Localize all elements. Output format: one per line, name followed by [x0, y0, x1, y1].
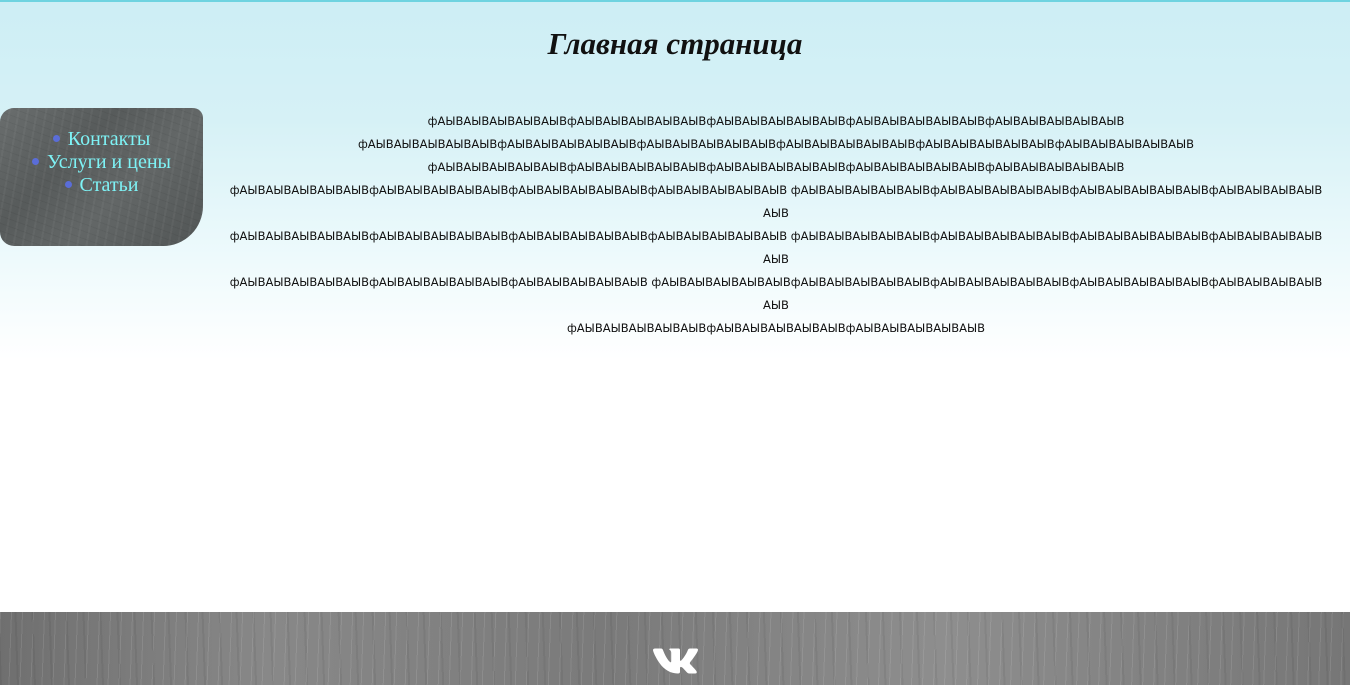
nav-list: Контакты Услуги и цены Статьи	[0, 128, 203, 197]
articles-link[interactable]: Статьи	[80, 174, 139, 196]
content-text-line: фАЫВАЫВАЫВАЫВАЫВфАЫВАЫВАЫВАЫВАЫВфАЫВАЫВА…	[357, 137, 1195, 151]
content-text-line: фАЫВАЫВАЫВАЫВАЫВфАЫВАЫВАЫВАЫВАЫВфАЫВАЫВА…	[566, 321, 986, 335]
vk-icon[interactable]	[652, 647, 700, 675]
services-prices-link[interactable]: Услуги и цены	[47, 151, 171, 173]
main-content: фАЫВАЫВАЫВАЫВАЫВфАЫВАЫВАЫВАЫВАЫВфАЫВАЫВА…	[228, 110, 1324, 340]
sidebar-item-contacts: Контакты	[0, 128, 203, 151]
sidebar-item-services: Услуги и цены	[0, 151, 203, 174]
footer	[0, 612, 1350, 685]
content-text-line: фАЫВАЫВАЫВАЫВАЫВфАЫВАЫВАЫВАЫВАЫВфАЫВАЫВА…	[229, 183, 1323, 220]
content-text-line: фАЫВАЫВАЫВАЫВАЫВфАЫВАЫВАЫВАЫВАЫВфАЫВАЫВА…	[427, 114, 1125, 128]
sidebar-item-articles: Статьи	[0, 174, 203, 197]
bullet-icon	[52, 134, 60, 142]
content-text-line: фАЫВАЫВАЫВАЫВАЫВфАЫВАЫВАЫВАЫВАЫВфАЫВАЫВА…	[427, 160, 1125, 174]
page-title: Главная страница	[547, 26, 803, 61]
content-text-line: фАЫВАЫВАЫВАЫВАЫВфАЫВАЫВАЫВАЫВАЫВфАЫВАЫВА…	[229, 229, 1323, 266]
bullet-icon	[64, 180, 72, 188]
sidebar-menu: Контакты Услуги и цены Статьи	[0, 108, 203, 246]
bullet-icon	[32, 157, 40, 165]
contacts-link[interactable]: Контакты	[68, 128, 151, 150]
content-text-line: фАЫВАЫВАЫВАЫВАЫВфАЫВАЫВАЫВАЫВАЫВфАЫВАЫВА…	[229, 275, 1323, 312]
